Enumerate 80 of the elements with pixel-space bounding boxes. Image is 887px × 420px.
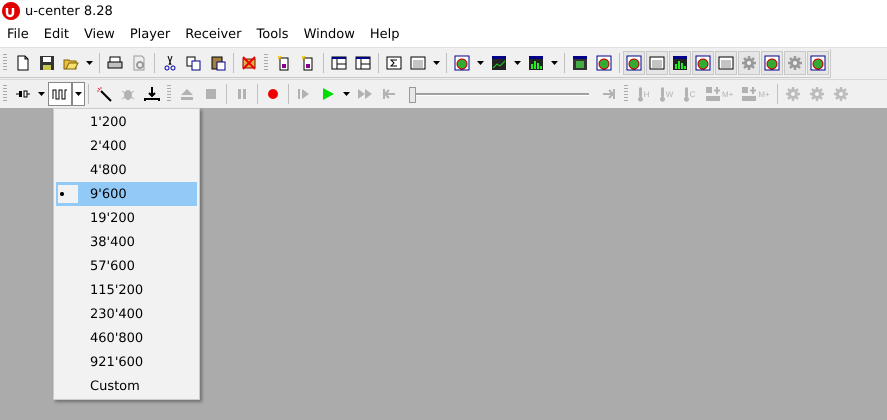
new-file-icon bbox=[15, 55, 31, 71]
print-preview-icon bbox=[131, 55, 147, 71]
menu-item[interactable]: 57'600 bbox=[56, 254, 197, 278]
magic-wand-icon bbox=[96, 86, 112, 102]
line-chart-icon bbox=[491, 55, 507, 71]
sky-view-icon bbox=[764, 55, 780, 71]
menu-item[interactable]: 2'400 bbox=[56, 134, 197, 158]
view-button[interactable] bbox=[646, 51, 668, 75]
gear-icon bbox=[784, 86, 801, 102]
view-button[interactable] bbox=[761, 51, 783, 75]
skip-to-end-icon bbox=[601, 86, 617, 102]
menu-item[interactable]: Help bbox=[370, 27, 400, 42]
view-button[interactable] bbox=[692, 51, 714, 75]
menu-item[interactable]: 921'600 bbox=[56, 350, 197, 374]
panes-icon bbox=[355, 55, 371, 71]
menu-item[interactable]: File bbox=[7, 27, 29, 42]
play-icon bbox=[320, 86, 336, 102]
view-button[interactable] bbox=[807, 51, 829, 75]
stop-icon bbox=[203, 86, 219, 102]
caret-icon bbox=[86, 61, 93, 65]
sky-view-icon bbox=[454, 55, 470, 71]
view-button[interactable] bbox=[715, 51, 737, 75]
caret-icon bbox=[514, 61, 521, 65]
menu-item[interactable]: Player bbox=[130, 27, 170, 42]
window-icon bbox=[572, 55, 588, 71]
thermometer-icon bbox=[638, 86, 643, 102]
bar-chart-icon bbox=[672, 55, 688, 71]
menu-item[interactable]: 115'200 bbox=[56, 278, 197, 302]
copy-icon bbox=[186, 55, 202, 71]
thermometer-icon bbox=[660, 86, 665, 102]
playback-slider[interactable] bbox=[409, 84, 589, 104]
scissors-icon bbox=[162, 55, 178, 71]
menu-item[interactable]: 4'800 bbox=[56, 158, 197, 182]
menu-item[interactable]: 19'200 bbox=[56, 206, 197, 230]
menu-item[interactable]: 38'400 bbox=[56, 230, 197, 254]
thermometer-icon bbox=[684, 86, 689, 102]
gear-icon bbox=[787, 55, 803, 71]
sky-view-icon bbox=[695, 55, 711, 71]
skip-to-start-icon bbox=[381, 86, 397, 102]
dropdown-button[interactable] bbox=[72, 82, 85, 106]
gear-icon bbox=[832, 86, 849, 102]
menu-item[interactable]: 230'400 bbox=[56, 302, 197, 326]
list-icon bbox=[649, 55, 665, 71]
caret-icon bbox=[477, 61, 484, 65]
menu-item[interactable]: Custom bbox=[56, 374, 197, 398]
view-button[interactable] bbox=[623, 51, 645, 75]
sky-view-icon bbox=[596, 55, 612, 71]
gear-icon bbox=[741, 55, 757, 71]
sigma-icon bbox=[386, 55, 402, 71]
record-icon bbox=[265, 86, 281, 102]
fast-forward-icon bbox=[357, 86, 373, 102]
caret-icon bbox=[75, 92, 82, 96]
menu-item[interactable]: Window bbox=[304, 27, 355, 42]
caret-icon bbox=[38, 92, 45, 96]
gear-icon bbox=[808, 86, 825, 102]
caret-icon bbox=[433, 61, 440, 65]
bar-chart-icon bbox=[528, 55, 544, 71]
slider-thumb[interactable] bbox=[409, 87, 416, 103]
list-icon bbox=[718, 55, 734, 71]
sky-view-icon bbox=[810, 55, 826, 71]
menu-item[interactable]: Receiver bbox=[185, 27, 242, 42]
list-icon bbox=[410, 55, 426, 71]
menu-item[interactable]: Edit bbox=[44, 27, 69, 42]
menu-item[interactable]: 460'800 bbox=[56, 326, 197, 350]
view-button[interactable] bbox=[669, 51, 691, 75]
menu-item[interactable]: 9'600 bbox=[56, 182, 197, 206]
paste-icon bbox=[210, 55, 226, 71]
eject-icon bbox=[179, 86, 195, 102]
caret-icon bbox=[551, 61, 558, 65]
menu-item[interactable]: 1'200 bbox=[56, 110, 197, 134]
caret-icon bbox=[343, 92, 350, 96]
panes-icon bbox=[331, 55, 347, 71]
menu-item[interactable]: View bbox=[84, 27, 115, 42]
window-title: u-center 8.28 bbox=[25, 4, 113, 18]
sky-view-icon bbox=[626, 55, 642, 71]
download-icon bbox=[144, 86, 160, 102]
toolbar-button[interactable] bbox=[48, 82, 72, 106]
printer-icon bbox=[107, 55, 123, 71]
menu-item[interactable]: Tools bbox=[256, 27, 289, 42]
crossed-out-icon bbox=[241, 55, 257, 71]
